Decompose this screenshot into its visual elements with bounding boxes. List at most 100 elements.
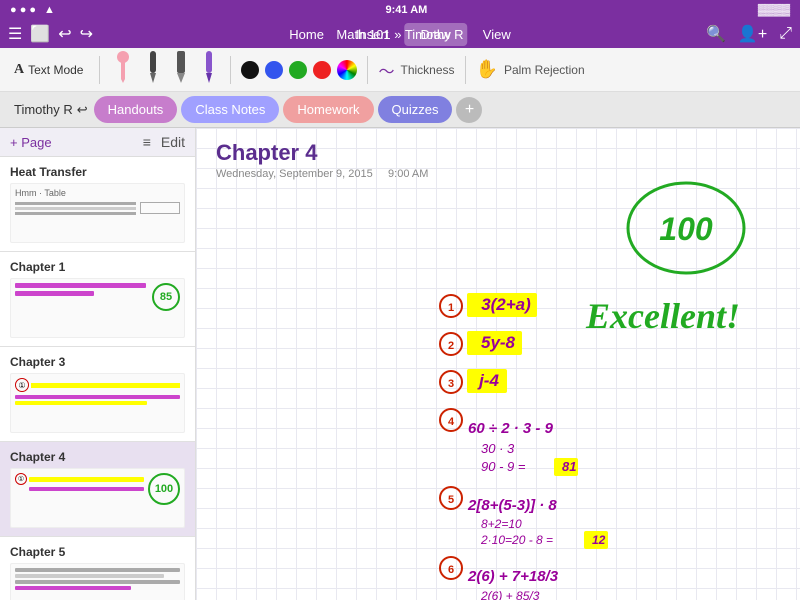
thickness-section: 〜 Thickness (378, 58, 454, 82)
page-preview-chapter5 (10, 563, 185, 600)
tab-homework[interactable]: Homework (283, 96, 373, 123)
divider-1 (99, 56, 100, 84)
dark-pen-2[interactable] (170, 49, 192, 90)
svg-text:5y-8: 5y-8 (481, 333, 516, 352)
add-user-button[interactable]: 👤+ (738, 24, 767, 44)
page-item-chapter5[interactable]: Chapter 5 (0, 537, 195, 600)
canvas-area[interactable]: Chapter 4 Wednesday, September 9, 2015 9… (196, 128, 800, 600)
undo-small-icon: ↩ (77, 102, 88, 118)
page-item-chapter1[interactable]: Chapter 1 85 (0, 252, 195, 347)
add-tab-button[interactable]: + (456, 97, 482, 123)
svg-text:2[8+(5-3)] · 8: 2[8+(5-3)] · 8 (467, 497, 557, 514)
brush-section (110, 49, 220, 90)
svg-text:90 - 9 =: 90 - 9 = (481, 459, 526, 474)
canvas-title: Chapter 4 (216, 140, 780, 166)
color-picker[interactable] (337, 60, 357, 80)
svg-text:30 · 3: 30 · 3 (481, 441, 515, 456)
palm-rejection-label: Palm Rejection (504, 63, 585, 77)
svg-text:3(2+a): 3(2+a) (481, 295, 531, 314)
page-item-chapter3[interactable]: Chapter 3 ① (0, 347, 195, 442)
svg-text:12: 12 (592, 533, 606, 547)
svg-text:j-4: j-4 (477, 371, 499, 390)
list-view-button[interactable]: ≡ (143, 134, 151, 150)
nav-left: ☰ ⬜ ↩ ↪ (8, 24, 93, 44)
notebook-view-button[interactable]: ⬜ (30, 24, 50, 44)
date-text: Wednesday, September 9, 2015 (216, 168, 373, 180)
svg-text:2(6) + 7+18/3: 2(6) + 7+18/3 (467, 568, 559, 585)
title-bar: ☰ ⬜ ↩ ↪ Math 101 » Timothy R Home Insert… (0, 20, 800, 48)
page-title-heat: Heat Transfer (10, 165, 185, 179)
page-title-chapter4: Chapter 4 (10, 450, 185, 464)
page-title-chapter1: Chapter 1 (10, 260, 185, 274)
page-item-heat-transfer[interactable]: Heat Transfer Hmm · Table (0, 157, 195, 252)
undo-button[interactable]: ↩ (58, 24, 71, 44)
divider-4 (465, 56, 466, 84)
canvas-date: Wednesday, September 9, 2015 9:00 AM (216, 168, 780, 180)
color-blue[interactable] (265, 61, 283, 79)
divider-3 (367, 56, 368, 84)
sidebar-toggle-button[interactable]: ☰ (8, 24, 22, 44)
svg-text:81: 81 (562, 459, 576, 474)
add-page-button[interactable]: + Page (10, 135, 52, 150)
tab-handouts[interactable]: Handouts (94, 96, 178, 123)
color-black[interactable] (241, 61, 259, 79)
divider-2 (230, 56, 231, 84)
sidebar-actions: ≡ Edit (143, 134, 185, 150)
palm-icon: ✋ (476, 59, 498, 80)
sidebar-pages: Heat Transfer Hmm · Table (0, 157, 195, 600)
fullscreen-button[interactable]: ⤢ (779, 25, 792, 43)
status-time: 9:41 AM (386, 4, 428, 16)
color-red[interactable] (313, 61, 331, 79)
toolbar: A Text Mode (0, 48, 800, 92)
nav-right: 🔍 👤+ ⤢ (706, 24, 792, 44)
page-title-chapter3: Chapter 3 (10, 355, 185, 369)
svg-text:3: 3 (448, 378, 454, 390)
color-green[interactable] (289, 61, 307, 79)
text-mode-section: A Text Mode (8, 58, 89, 82)
tab-view[interactable]: View (467, 23, 527, 46)
page-item-chapter4[interactable]: Chapter 4 ① 100 (0, 442, 195, 537)
svg-text:Excellent!: Excellent! (585, 296, 740, 336)
svg-text:1: 1 (448, 302, 454, 314)
svg-text:2·10=20 - 8 =: 2·10=20 - 8 = (480, 533, 553, 547)
status-left: ● ● ● ▲ (10, 4, 55, 16)
time-text: 9:00 AM (388, 168, 428, 180)
purple-pen[interactable] (198, 49, 220, 90)
svg-text:60 ÷ 2 · 3 - 9: 60 ÷ 2 · 3 - 9 (468, 420, 554, 437)
svg-text:8+2=10: 8+2=10 (481, 517, 522, 531)
notebook-tabs: Timothy R ↩ Handouts Class Notes Homewor… (0, 92, 800, 128)
palm-rejection-section: ✋ Palm Rejection (476, 59, 585, 80)
tab-draw[interactable]: Draw (404, 23, 466, 46)
svg-text:2: 2 (448, 340, 454, 352)
tab-insert[interactable]: Insert (340, 23, 405, 46)
canvas-header: Chapter 4 Wednesday, September 9, 2015 9… (196, 128, 800, 184)
thickness-label: Thickness (401, 63, 455, 77)
text-icon: A (14, 62, 24, 78)
main-content: + Page ≡ Edit Heat Transfer Hmm · Table (0, 128, 800, 600)
text-mode-button[interactable]: A Text Mode (8, 58, 89, 82)
page-preview-chapter4: ① 100 (10, 468, 185, 528)
sidebar: + Page ≡ Edit Heat Transfer Hmm · Table (0, 128, 196, 600)
page-title-chapter5: Chapter 5 (10, 545, 185, 559)
page-preview-chapter3: ① (10, 373, 185, 433)
tab-home[interactable]: Home (273, 23, 340, 46)
redo-button[interactable]: ↪ (80, 24, 93, 44)
svg-text:4: 4 (448, 416, 455, 428)
svg-text:6: 6 (448, 564, 454, 576)
user-label: Timothy R ↩ (8, 102, 94, 118)
wifi-dots: ● ● ● (10, 4, 36, 16)
wifi-icon: ▲ (44, 4, 55, 16)
battery-icon: ▓▓▓▓ (758, 4, 790, 16)
search-button[interactable]: 🔍 (706, 24, 726, 44)
text-mode-label: Text Mode (28, 63, 83, 77)
dark-pen-1[interactable] (142, 49, 164, 90)
colors-section (241, 60, 357, 80)
wavy-icon: 〜 (378, 58, 394, 82)
svg-text:2(6) + 85/3: 2(6) + 85/3 (480, 589, 540, 600)
tab-quizzes[interactable]: Quizzes (378, 96, 453, 123)
page-preview-heat: Hmm · Table (10, 183, 185, 243)
tab-classnotes[interactable]: Class Notes (181, 96, 279, 123)
svg-text:5: 5 (448, 494, 454, 506)
pink-brush[interactable] (110, 49, 136, 90)
edit-button[interactable]: Edit (161, 134, 185, 150)
